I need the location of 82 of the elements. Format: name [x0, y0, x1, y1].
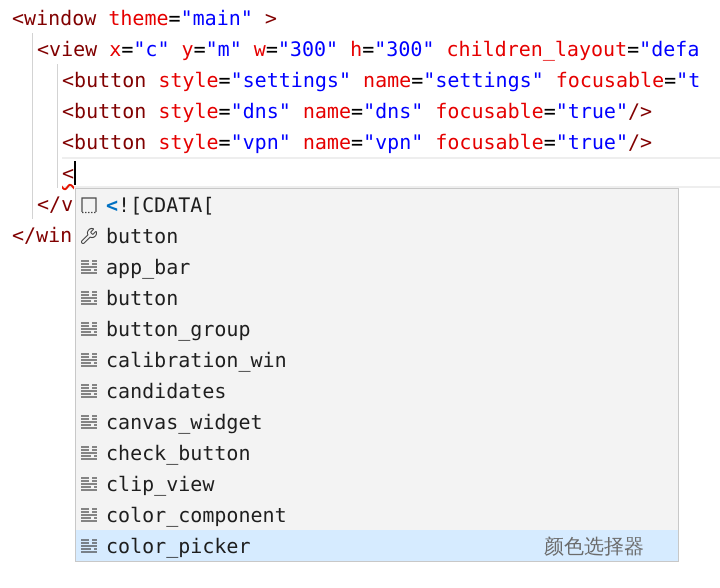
text-lines-icon: [80, 444, 98, 460]
text-lines-icon: [80, 352, 98, 368]
code-token: </v: [37, 190, 74, 218]
text-lines-icon: [80, 414, 98, 430]
suggestion-item[interactable]: color_component: [76, 499, 678, 530]
code-token: =: [194, 36, 206, 62]
snippet-icon: [80, 196, 98, 214]
code-token: =: [218, 66, 231, 94]
code-token: children_layout: [446, 36, 628, 63]
code-token: "settings": [423, 66, 544, 94]
suggestion-item[interactable]: <![CDATA[: [76, 189, 678, 220]
code-token: =: [362, 36, 374, 62]
code-token: =: [664, 66, 676, 94]
code-token: "true": [556, 98, 628, 124]
code-token: <button: [62, 66, 146, 94]
code-token: <: [62, 160, 74, 186]
code-token: x: [108, 36, 122, 62]
suggestion-item[interactable]: button: [76, 282, 678, 313]
code-token: w: [252, 36, 266, 62]
code-token: y: [180, 36, 194, 62]
code-token: />: [628, 98, 652, 124]
wrench-icon: [80, 226, 98, 244]
text-lines-icon: [80, 476, 98, 492]
code-token: "main": [180, 4, 253, 32]
code-token: <button: [62, 128, 146, 156]
code-token: =: [411, 66, 424, 94]
code-token: "t: [676, 66, 700, 94]
suggestion-item[interactable]: color_picker 颜色选择器: [76, 530, 678, 561]
code-token: </win: [12, 222, 72, 248]
code-token: =: [351, 128, 364, 156]
code-token: h: [349, 36, 362, 62]
code-token: "vpn": [363, 128, 424, 156]
code-token: =: [544, 128, 556, 156]
code-token: =: [544, 98, 556, 124]
code-token: focusable: [554, 66, 664, 94]
code-token: "true": [556, 128, 628, 156]
code-token: name: [302, 128, 352, 156]
text-lines-icon: [80, 290, 98, 306]
code-token: "300": [374, 36, 434, 62]
code-token: "m": [206, 36, 242, 62]
code-token: "defa: [639, 36, 700, 62]
suggestion-item[interactable]: calibration_win: [76, 344, 678, 375]
code-token: />: [628, 128, 652, 156]
suggestion-detail: 颜色选择器: [544, 532, 644, 560]
code-token: "dns": [230, 98, 291, 124]
suggestion-item[interactable]: check_button: [76, 437, 678, 468]
code-token: "settings": [230, 66, 352, 94]
suggestion-item[interactable]: canvas_widget: [76, 406, 678, 437]
code-token: theme: [107, 4, 169, 32]
text-cursor: [74, 160, 76, 184]
code-token: focusable: [434, 98, 544, 124]
code-token: >: [264, 4, 277, 32]
code-token: =: [121, 36, 134, 62]
code-token: =: [218, 98, 231, 124]
text-lines-icon: [80, 538, 98, 554]
code-token: style: [157, 128, 219, 156]
suggestion-item[interactable]: candidates: [76, 375, 678, 406]
code-token: "300": [278, 36, 338, 62]
code-token: focusable: [434, 128, 544, 156]
code-token: =: [351, 98, 364, 124]
suggestion-item[interactable]: button_group: [76, 313, 678, 344]
code-token: name: [302, 98, 352, 124]
suggestion-item[interactable]: button: [76, 220, 678, 251]
code-token: <view: [37, 36, 98, 62]
code-token: <button: [62, 98, 146, 124]
text-lines-icon: [80, 320, 98, 336]
code-token: =: [218, 128, 231, 156]
code-token: <window: [12, 4, 96, 32]
code-token: =: [627, 36, 640, 62]
text-lines-icon: [80, 382, 98, 398]
code-token: "dns": [363, 98, 424, 124]
code-token: =: [266, 36, 278, 62]
code-token: style: [157, 66, 219, 94]
text-lines-icon: [80, 506, 98, 522]
code-token: "c": [133, 36, 170, 62]
code-token: style: [157, 98, 219, 124]
text-lines-icon: [80, 258, 98, 274]
code-token: "vpn": [230, 128, 291, 156]
code-token: =: [168, 4, 181, 32]
suggestion-item[interactable]: app_bar: [76, 251, 678, 282]
code-token: name: [362, 66, 412, 94]
suggestion-item[interactable]: clip_view: [76, 468, 678, 499]
